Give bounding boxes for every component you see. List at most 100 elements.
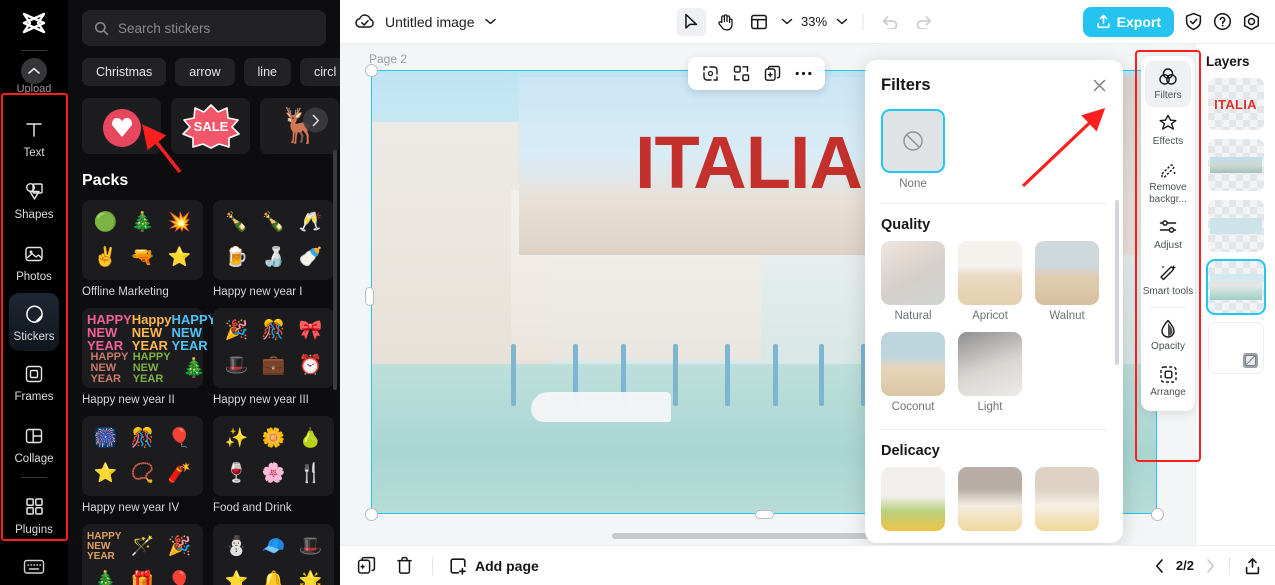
- crop-tool-button[interactable]: [697, 61, 723, 86]
- pack-label: Happy new year III: [213, 394, 309, 406]
- duplicate-tool-button[interactable]: [759, 61, 785, 86]
- filter-thumb-d1: [881, 467, 945, 531]
- pack-item[interactable]: 🟢 🎄 💥 ✌️ 🔫 ⭐ Offline Marketing: [82, 200, 203, 298]
- replace-tool-button[interactable]: [728, 61, 754, 86]
- filter-item[interactable]: [1035, 467, 1099, 531]
- toolbar-item-remove-background[interactable]: Remove backgr...: [1141, 153, 1195, 210]
- export-icon[interactable]: [1244, 557, 1261, 575]
- selection-handle-bl[interactable]: [365, 508, 378, 521]
- chevron-right-icon[interactable]: [1206, 558, 1215, 573]
- toolbar-label-effects: Effects: [1152, 136, 1184, 148]
- artwork-text-italia[interactable]: ITALIA: [635, 120, 863, 205]
- pack-thumb[interactable]: HAPPY NEW YEAR 🪄 🎉 🎄 🎁 🎈: [82, 524, 203, 585]
- chevron-right-icon[interactable]: [303, 107, 328, 133]
- pack-item[interactable]: ⛄🧢🎩⭐🔔🌟 Christmas: [213, 524, 334, 585]
- help-icon[interactable]: [1213, 12, 1232, 31]
- chip-arrow[interactable]: arrow: [175, 58, 235, 86]
- filter-thumb-light: [958, 332, 1022, 396]
- delete-page-button[interactable]: [392, 554, 416, 578]
- select-tool-button[interactable]: [675, 7, 706, 36]
- filter-none-tile[interactable]: [881, 109, 945, 173]
- redo-button[interactable]: [909, 8, 939, 36]
- filters-panel-scrollbar[interactable]: [1115, 200, 1119, 365]
- settings-icon[interactable]: [1242, 12, 1261, 31]
- filter-item[interactable]: [881, 467, 945, 531]
- cloud-saved-icon[interactable]: [354, 13, 375, 30]
- sidebar-item-shapes[interactable]: Shapes: [0, 169, 68, 231]
- stickers-scrollbar[interactable]: [333, 150, 337, 390]
- toolbar-item-smart-tools[interactable]: Smart tools: [1141, 257, 1195, 303]
- sticker-reindeer[interactable]: 🦌: [260, 98, 339, 154]
- stickers-icon: [21, 302, 47, 326]
- chevron-left-icon[interactable]: [1155, 558, 1164, 573]
- pack-item[interactable]: 🎉 🎊 🎀 🎩 💼 ⏰ Happy new year III: [213, 308, 334, 406]
- pack-thumb[interactable]: 🍾 🍾 🥂 🍺 🍶 🍼: [213, 200, 334, 280]
- selection-handle-br[interactable]: [1151, 508, 1164, 521]
- chip-christmas[interactable]: Christmas: [82, 58, 167, 86]
- pack-item[interactable]: ✨ 🌼 🍐 🍷 🌸 🍴 Food and Drink: [213, 416, 334, 514]
- sidebar-item-text[interactable]: Text: [0, 107, 68, 169]
- close-icon[interactable]: [1092, 78, 1107, 93]
- sidebar-item-collage[interactable]: Collage: [0, 413, 68, 475]
- pack-thumb[interactable]: 🎉 🎊 🎀 🎩 💼 ⏰: [213, 308, 334, 388]
- document-title[interactable]: Untitled image: [385, 14, 475, 30]
- pack-item[interactable]: HAPPYNEW YEAR🪄🎉🎄🎁🎈 Happy new year V: [82, 524, 203, 585]
- layer-background[interactable]: [1207, 322, 1264, 374]
- toolbar-item-effects[interactable]: Effects: [1141, 107, 1195, 153]
- sidebar-item-stickers[interactable]: Stickers: [9, 293, 59, 351]
- filter-item[interactable]: Apricot: [958, 241, 1022, 322]
- sidebar-item-photos[interactable]: Photos: [0, 231, 68, 293]
- filter-item[interactable]: Natural: [881, 241, 945, 322]
- shield-icon[interactable]: [1184, 12, 1203, 31]
- chevron-down-icon[interactable]: [484, 18, 496, 25]
- sidebar-item-plugins[interactable]: Plugins: [0, 484, 68, 546]
- layer-photo-canal[interactable]: [1205, 259, 1266, 315]
- toolbar-item-arrange[interactable]: Arrange: [1141, 358, 1195, 404]
- keyboard-icon[interactable]: [0, 558, 68, 575]
- filter-item[interactable]: [958, 467, 1022, 531]
- pack-thumb[interactable]: ⛄ 🧢 🎩 ⭐ 🔔 🌟: [213, 524, 334, 585]
- packs-grid: 🟢 🎄 💥 ✌️ 🔫 ⭐ Offline Marketing 🍾 🍾 🥂 🍺 🍶 🍼 Happy n…: [68, 190, 340, 585]
- topbar-right: Export: [1082, 6, 1275, 37]
- search-input[interactable]: Search stickers: [82, 10, 326, 46]
- pack-item[interactable]: 🎆 🎊 🎈 ⭐ 📿 🧨 Happy new year IV: [82, 416, 203, 514]
- pack-item[interactable]: HAPPY NEW YEAR Happy NEW YEAR HAPPY NEW YEAR H…: [82, 308, 216, 406]
- undo-button[interactable]: [875, 8, 905, 36]
- layer-text-italia[interactable]: ITALIA: [1207, 78, 1264, 130]
- add-page-button[interactable]: Add page: [449, 557, 539, 575]
- filters-icon: [1157, 67, 1179, 87]
- hand-tool-button[interactable]: [710, 8, 740, 36]
- toolbar-item-opacity[interactable]: Opacity: [1141, 312, 1195, 358]
- chevron-down-icon[interactable]: [778, 18, 795, 25]
- chevron-down-icon[interactable]: [833, 18, 850, 25]
- toolbar-item-adjust[interactable]: Adjust: [1141, 211, 1195, 257]
- zoom-level[interactable]: 33%: [799, 14, 829, 29]
- export-button[interactable]: Export: [1082, 6, 1174, 37]
- more-tool-button[interactable]: [790, 61, 816, 86]
- layout-tool-button[interactable]: [744, 8, 774, 36]
- chip-line[interactable]: line: [243, 58, 291, 86]
- chevron-up-icon[interactable]: [21, 58, 47, 84]
- pack-thumb[interactable]: 🟢 🎄 💥 ✌️ 🔫 ⭐: [82, 200, 203, 280]
- pack-item[interactable]: 🍾 🍾 🥂 🍺 🍶 🍼 Happy new year I: [213, 200, 334, 298]
- filter-item[interactable]: Walnut: [1035, 241, 1099, 322]
- sidebar-item-frames[interactable]: Frames: [0, 351, 68, 413]
- duplicate-page-button[interactable]: [354, 554, 378, 578]
- selection-handle-left[interactable]: [365, 287, 374, 306]
- layers-panel: Layers ITALIA: [1195, 44, 1275, 545]
- selection-handle-bottom[interactable]: [755, 510, 774, 519]
- pack-thumb[interactable]: HAPPY NEW YEAR Happy NEW YEAR HAPPY NEW YEAR H…: [82, 308, 216, 388]
- sticker-sale[interactable]: SALE: [171, 98, 250, 154]
- pack-thumb[interactable]: 🎆 🎊 🎈 ⭐ 📿 🧨: [82, 416, 203, 496]
- layer-photo-buildings[interactable]: [1207, 139, 1264, 191]
- pack-thumb[interactable]: ✨ 🌼 🍐 🍷 🌸 🍴: [213, 416, 334, 496]
- selection-handle-tl[interactable]: [365, 64, 378, 77]
- capcut-logo[interactable]: [0, 0, 68, 46]
- toolbar-item-filters[interactable]: Filters: [1145, 61, 1191, 108]
- layer-band[interactable]: [1207, 200, 1264, 252]
- filter-item[interactable]: Light: [958, 332, 1022, 413]
- filter-item[interactable]: Coconut: [881, 332, 945, 413]
- sticker-heart[interactable]: [82, 98, 161, 154]
- chip-circle[interactable]: circl: [300, 58, 340, 86]
- canvas-area[interactable]: Page 2 ITALIA Filters None Quality Natur…: [340, 44, 1195, 545]
